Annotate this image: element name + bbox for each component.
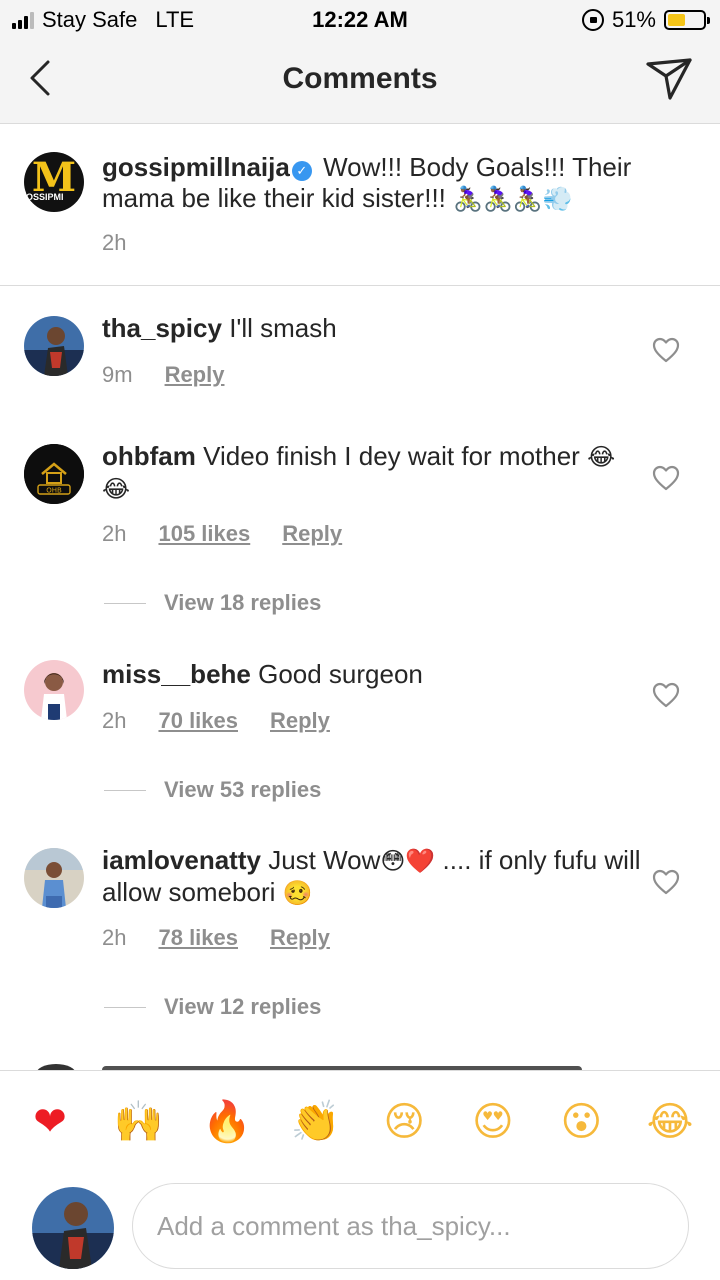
raising-hands-icon[interactable]: 🙌 [111, 1097, 167, 1147]
current-user-avatar [32, 1187, 114, 1269]
view-replies-label: View 18 replies [164, 590, 322, 615]
caption-meta: 2h [102, 230, 158, 256]
paper-plane-icon[interactable] [644, 54, 694, 102]
timestamp: 2h [102, 521, 127, 546]
timestamp: 2h [102, 925, 127, 950]
like-heart-icon[interactable] [652, 869, 680, 895]
view-replies-button[interactable]: View 12 replies [104, 994, 321, 1020]
comment-body: Video finish I dey wait for mother [203, 441, 580, 471]
page-title: Comments [282, 62, 438, 95]
divider-line [104, 1006, 146, 1008]
comment-emojis: 😳❤️ [380, 847, 436, 875]
comment-body-start: Just Wow [268, 845, 381, 875]
battery-fill [668, 14, 686, 26]
timestamp: 9m [102, 362, 133, 387]
status-right: 51% [581, 7, 710, 33]
header-bar: Comments [0, 40, 720, 124]
comment-emoji-end: 🥴 [282, 879, 313, 907]
verified-badge-icon: ✓ [291, 161, 312, 181]
likes-count[interactable]: 70 likes [158, 708, 238, 734]
heart-eyes-icon[interactable]: 😍 [465, 1097, 521, 1147]
quick-reactions: ❤ 🙌 🔥 👏 😢 😍 😮 😂 [22, 1097, 698, 1147]
comment-text: iamlovenatty Just Wow😳❤️ .... if only fu… [102, 845, 642, 909]
caption-text: gossipmillnaija ✓ Wow!!! Body Goals!!! Th… [102, 152, 642, 215]
comment-meta: 2h 70 likes Reply [102, 708, 362, 734]
comment-body: Good surgeon [258, 659, 423, 689]
comment-meta: 2h 105 likes Reply [102, 521, 374, 547]
comment-body: I'll smash [229, 313, 337, 343]
avatar[interactable] [24, 848, 84, 908]
avatar[interactable]: M OSSIPMI [24, 152, 84, 212]
caption: M OSSIPMI gossipmillnaija ✓ Wow!!! Body G… [0, 124, 720, 286]
divider-line [104, 789, 146, 791]
view-replies-button[interactable]: View 18 replies [104, 590, 321, 616]
comment-meta: 9m Reply [102, 362, 256, 388]
comment-input[interactable] [132, 1183, 689, 1269]
battery-percent: 51% [611, 7, 656, 32]
clapping-hands-icon[interactable]: 👏 [288, 1097, 344, 1147]
battery-icon [664, 10, 710, 30]
comment-meta: 2h 78 likes Reply [102, 925, 362, 951]
caption-emojis: 🚴🏾‍♀️🚴🏾‍♀️🚴🏾‍♀️💨 [453, 185, 573, 213]
crying-face-icon[interactable]: 😢 [376, 1097, 432, 1147]
like-heart-icon[interactable] [652, 682, 680, 708]
avatar[interactable] [24, 316, 84, 376]
username[interactable]: iamlovenatty [102, 845, 261, 875]
reply-button[interactable]: Reply [270, 708, 330, 734]
likes-count[interactable]: 105 likes [158, 521, 250, 547]
reply-button[interactable]: Reply [282, 521, 342, 547]
view-replies-button[interactable]: View 53 replies [104, 777, 321, 803]
comment-text: ohbfam Video finish I dey wait for mothe… [102, 441, 642, 505]
avatar[interactable] [24, 660, 84, 720]
view-replies-label: View 12 replies [164, 994, 322, 1019]
reply-button[interactable]: Reply [270, 925, 330, 951]
comment-text: miss__behe Good surgeon [102, 659, 642, 690]
status-bar: Stay Safe LTE 12:22 AM 51% [0, 0, 720, 40]
username[interactable]: tha_spicy [102, 313, 222, 343]
username[interactable]: miss__behe [102, 659, 251, 689]
tears-of-joy-icon[interactable]: 😂 [642, 1097, 698, 1147]
avatar-logo-strip: OSSIPMI [26, 192, 84, 202]
likes-count[interactable]: 78 likes [158, 925, 238, 951]
view-replies-label: View 53 replies [164, 777, 322, 802]
comment-composer: ❤ 🙌 🔥 👏 😢 😍 😮 😂 [0, 1070, 720, 1280]
like-heart-icon[interactable] [652, 337, 680, 363]
avatar[interactable]: OHB [24, 444, 84, 504]
timestamp: 2h [102, 230, 127, 255]
surprised-face-icon[interactable]: 😮 [553, 1097, 609, 1147]
username[interactable]: ohbfam [102, 441, 196, 471]
avatar-logo-text: OHB [46, 487, 62, 495]
like-heart-icon[interactable] [652, 465, 680, 491]
red-heart-icon[interactable]: ❤ [22, 1097, 78, 1147]
fire-icon[interactable]: 🔥 [199, 1097, 255, 1147]
orientation-lock-icon [581, 9, 604, 31]
username[interactable]: gossipmillnaija [102, 152, 290, 182]
comment-text: tha_spicy I'll smash [102, 313, 642, 344]
reply-button[interactable]: Reply [165, 362, 225, 388]
timestamp: 2h [102, 708, 127, 733]
divider-line [104, 602, 146, 604]
